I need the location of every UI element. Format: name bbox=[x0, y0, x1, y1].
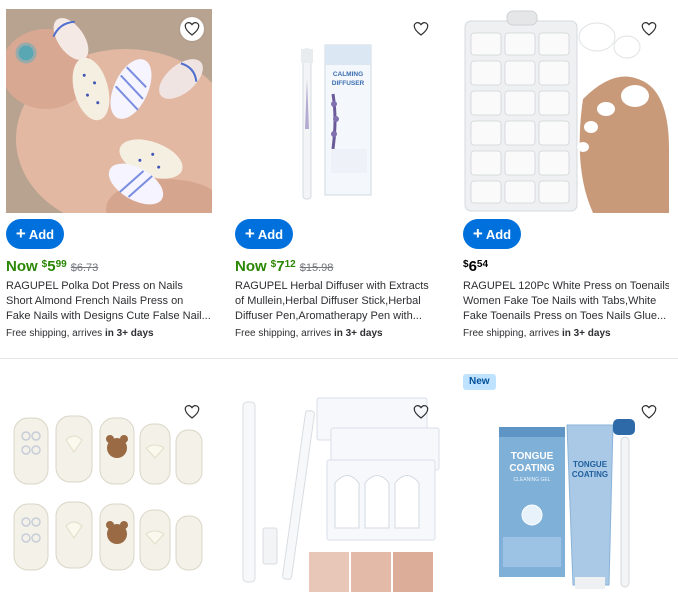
plus-icon: + bbox=[472, 224, 483, 243]
svg-text:CLEANING GEL: CLEANING GEL bbox=[514, 477, 551, 483]
heart-outline-icon bbox=[184, 405, 200, 419]
product-image-tongue-gel[interactable]: TONGUE COATING CLEANING GEL TONGUE COATI… bbox=[463, 397, 669, 597]
price: $ 6 54 bbox=[463, 258, 489, 275]
was-price: $6.73 bbox=[70, 262, 99, 274]
new-badge: New bbox=[463, 374, 496, 390]
plus-icon: + bbox=[244, 224, 255, 243]
product-image-nail-guides-pen[interactable] bbox=[235, 388, 441, 597]
plus-icon: + bbox=[15, 224, 26, 243]
favorite-button[interactable] bbox=[409, 17, 433, 41]
row-divider bbox=[0, 358, 678, 359]
price: Now $ 5 99 $6.73 bbox=[6, 258, 99, 275]
heart-outline-icon bbox=[184, 22, 200, 36]
add-to-cart-button[interactable]: + Add bbox=[463, 219, 521, 249]
svg-text:COATING: COATING bbox=[572, 470, 608, 479]
now-label: Now bbox=[6, 258, 38, 275]
shipping-info: Free shipping, arrives in 3+ days bbox=[6, 328, 154, 339]
svg-text:CALMING: CALMING bbox=[333, 71, 363, 78]
favorite-button[interactable] bbox=[637, 17, 661, 41]
was-price: $15.98 bbox=[299, 262, 334, 274]
heart-outline-icon bbox=[641, 22, 657, 36]
product-image-white-toenails[interactable] bbox=[463, 9, 669, 213]
price: Now $ 7 12 $15.98 bbox=[235, 258, 334, 275]
favorite-button[interactable] bbox=[637, 400, 661, 424]
shipping-info: Free shipping, arrives in 3+ days bbox=[463, 328, 611, 339]
add-to-cart-button[interactable]: + Add bbox=[6, 219, 64, 249]
favorite-button[interactable] bbox=[180, 400, 204, 424]
heart-outline-icon bbox=[413, 22, 429, 36]
product-title[interactable]: RAGUPEL Polka Dot Press on Nails Short A… bbox=[6, 279, 212, 324]
heart-outline-icon bbox=[641, 405, 657, 419]
shipping-info: Free shipping, arrives in 3+ days bbox=[235, 328, 383, 339]
svg-text:DIFFUSER: DIFFUSER bbox=[332, 80, 365, 87]
svg-text:TONGUE: TONGUE bbox=[511, 451, 554, 462]
now-label: Now bbox=[235, 258, 267, 275]
favorite-button[interactable] bbox=[409, 400, 433, 424]
favorite-button[interactable] bbox=[180, 17, 204, 41]
product-image-herbal-diffuser[interactable]: CALMING DIFFUSER bbox=[235, 9, 441, 213]
svg-text:COATING: COATING bbox=[509, 463, 555, 474]
product-image-polka-dot-nails[interactable] bbox=[6, 9, 212, 213]
heart-outline-icon bbox=[413, 405, 429, 419]
product-title[interactable]: RAGUPEL Herbal Diffuser with Extracts of… bbox=[235, 279, 441, 324]
svg-text:TONGUE: TONGUE bbox=[573, 460, 608, 469]
product-image-bear-nails[interactable] bbox=[6, 388, 212, 597]
product-title[interactable]: RAGUPEL 120Pc White Press on Toenails Wo… bbox=[463, 279, 669, 324]
add-to-cart-button[interactable]: + Add bbox=[235, 219, 293, 249]
